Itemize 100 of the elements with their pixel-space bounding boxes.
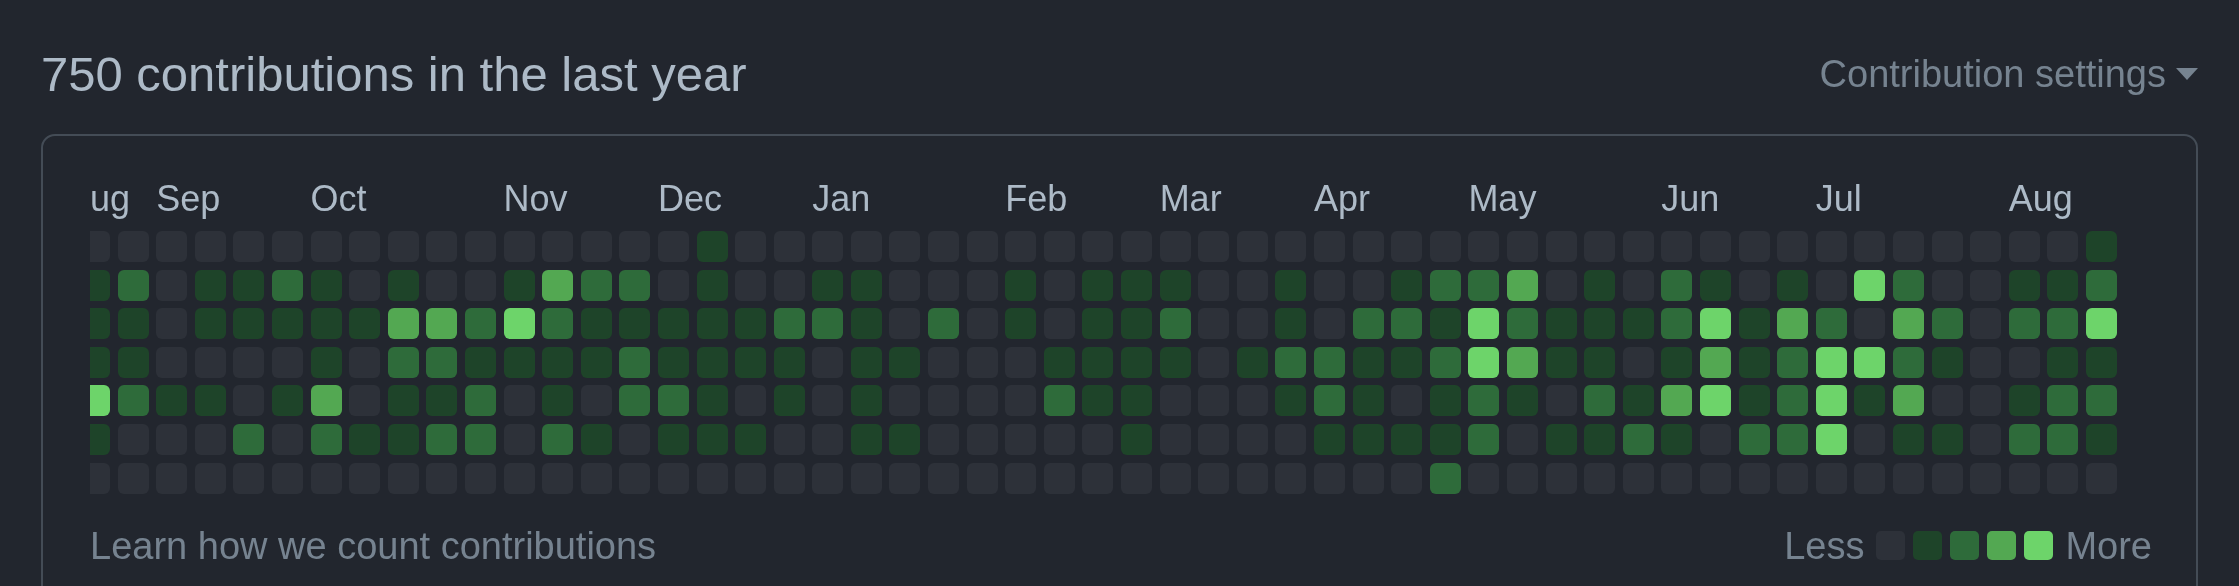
contribution-day-cell[interactable] [1699, 308, 1731, 340]
contribution-day-cell[interactable] [1314, 385, 1345, 417]
contribution-day-cell[interactable] [464, 423, 496, 455]
contribution-day-cell[interactable] [1429, 385, 1461, 417]
contribution-day-cell[interactable] [2085, 423, 2117, 455]
contribution-day-cell[interactable] [735, 346, 767, 378]
contribution-day-cell[interactable] [1661, 308, 1693, 340]
learn-more-link[interactable]: Learn how we count contributions [90, 523, 657, 568]
contribution-day-cell[interactable] [2008, 308, 2040, 340]
contribution-day-cell[interactable] [1275, 269, 1307, 301]
contribution-day-cell[interactable] [1159, 308, 1191, 340]
contribution-day-cell[interactable] [696, 385, 728, 417]
contribution-day-cell[interactable] [271, 385, 303, 417]
contribution-day-cell[interactable] [310, 423, 342, 455]
contribution-day-cell[interactable] [387, 385, 419, 417]
contribution-day-cell[interactable] [1892, 308, 1924, 340]
contribution-day-cell[interactable] [387, 308, 419, 340]
contribution-day-cell[interactable] [812, 308, 844, 340]
contribution-day-cell[interactable] [1545, 346, 1577, 378]
contribution-day-cell[interactable] [580, 346, 612, 378]
contribution-day-cell[interactable] [619, 308, 651, 340]
contribution-day-cell[interactable] [619, 346, 651, 378]
contribution-day-cell[interactable] [233, 308, 265, 340]
contribution-day-cell[interactable] [1584, 423, 1616, 455]
contribution-day-cell[interactable] [1082, 346, 1114, 378]
contribution-day-cell[interactable] [1777, 346, 1809, 378]
contribution-day-cell[interactable] [1506, 346, 1538, 378]
contribution-day-cell[interactable] [2047, 308, 2079, 340]
contribution-day-cell[interactable] [1314, 346, 1345, 378]
contribution-day-cell[interactable] [1892, 385, 1924, 417]
contribution-day-cell[interactable] [1854, 269, 1886, 301]
contribution-day-cell[interactable] [2008, 385, 2040, 417]
contribution-day-cell[interactable] [1468, 269, 1500, 301]
contribution-day-cell[interactable] [657, 346, 689, 378]
contribution-day-cell[interactable] [1661, 346, 1693, 378]
contribution-day-cell[interactable] [1082, 308, 1114, 340]
contribution-day-cell[interactable] [735, 308, 767, 340]
contribution-day-cell[interactable] [464, 385, 496, 417]
contribution-day-cell[interactable] [2085, 308, 2117, 340]
contribution-day-cell[interactable] [657, 308, 689, 340]
contribution-day-cell[interactable] [1892, 423, 1924, 455]
contribution-day-cell[interactable] [1931, 423, 1963, 455]
contribution-day-cell[interactable] [1506, 269, 1538, 301]
contribution-day-cell[interactable] [580, 308, 612, 340]
contribution-day-cell[interactable] [464, 308, 496, 340]
contribution-day-cell[interactable] [1622, 308, 1654, 340]
contribution-day-cell[interactable] [2047, 269, 2079, 301]
contribution-day-cell[interactable] [310, 308, 342, 340]
contribution-day-cell[interactable] [1121, 385, 1153, 417]
contribution-day-cell[interactable] [542, 423, 574, 455]
contribution-day-cell[interactable] [2047, 346, 2079, 378]
contribution-day-cell[interactable] [1236, 346, 1268, 378]
contribution-day-cell[interactable] [1738, 346, 1770, 378]
contribution-day-cell[interactable] [1584, 269, 1616, 301]
contribution-day-cell[interactable] [580, 423, 612, 455]
contribution-day-cell[interactable] [1314, 423, 1345, 455]
contribution-day-cell[interactable] [696, 231, 728, 262]
contribution-day-cell[interactable] [1121, 308, 1153, 340]
contribution-day-cell[interactable] [117, 269, 149, 301]
contribution-day-cell[interactable] [1699, 269, 1731, 301]
contribution-day-cell[interactable] [1391, 308, 1423, 340]
contribution-day-cell[interactable] [310, 269, 342, 301]
contribution-day-cell[interactable] [1468, 385, 1500, 417]
contribution-day-cell[interactable] [2008, 269, 2040, 301]
contribution-day-cell[interactable] [696, 269, 728, 301]
contribution-day-cell[interactable] [1661, 423, 1693, 455]
contribution-day-cell[interactable] [1043, 346, 1075, 378]
contribution-day-cell[interactable] [1815, 346, 1847, 378]
contribution-day-cell[interactable] [889, 423, 921, 455]
contribution-day-cell[interactable] [2085, 231, 2117, 262]
contribution-day-cell[interactable] [1429, 269, 1461, 301]
contribution-day-cell[interactable] [1892, 269, 1924, 301]
contribution-day-cell[interactable] [117, 308, 149, 340]
contribution-day-cell[interactable] [233, 269, 265, 301]
contribution-day-cell[interactable] [850, 346, 882, 378]
contribution-day-cell[interactable] [773, 346, 805, 378]
contribution-day-cell[interactable] [271, 308, 303, 340]
contribution-day-cell[interactable] [1815, 423, 1847, 455]
contribution-day-cell[interactable] [1352, 423, 1384, 455]
contribution-day-cell[interactable] [1275, 308, 1307, 340]
contribution-day-cell[interactable] [1159, 346, 1191, 378]
contribution-day-cell[interactable] [696, 308, 728, 340]
contribution-day-cell[interactable] [2047, 385, 2079, 417]
contribution-day-cell[interactable] [542, 346, 574, 378]
contribution-day-cell[interactable] [1468, 423, 1500, 455]
contribution-day-cell[interactable] [1391, 423, 1423, 455]
contribution-day-cell[interactable] [2047, 423, 2079, 455]
contribution-day-cell[interactable] [1699, 346, 1731, 378]
contribution-day-cell[interactable] [426, 385, 458, 417]
contribution-day-cell[interactable] [1352, 385, 1384, 417]
contribution-day-cell[interactable] [1931, 308, 1963, 340]
contribution-day-cell[interactable] [156, 385, 188, 417]
contribution-day-cell[interactable] [1506, 385, 1538, 417]
contribution-day-cell[interactable] [1931, 346, 1963, 378]
contribution-day-cell[interactable] [426, 423, 458, 455]
contribution-day-cell[interactable] [850, 269, 882, 301]
contribution-day-cell[interactable] [1777, 423, 1809, 455]
contribution-day-cell[interactable] [1545, 423, 1577, 455]
contribution-day-cell[interactable] [850, 423, 882, 455]
contribution-day-cell[interactable] [1082, 269, 1114, 301]
